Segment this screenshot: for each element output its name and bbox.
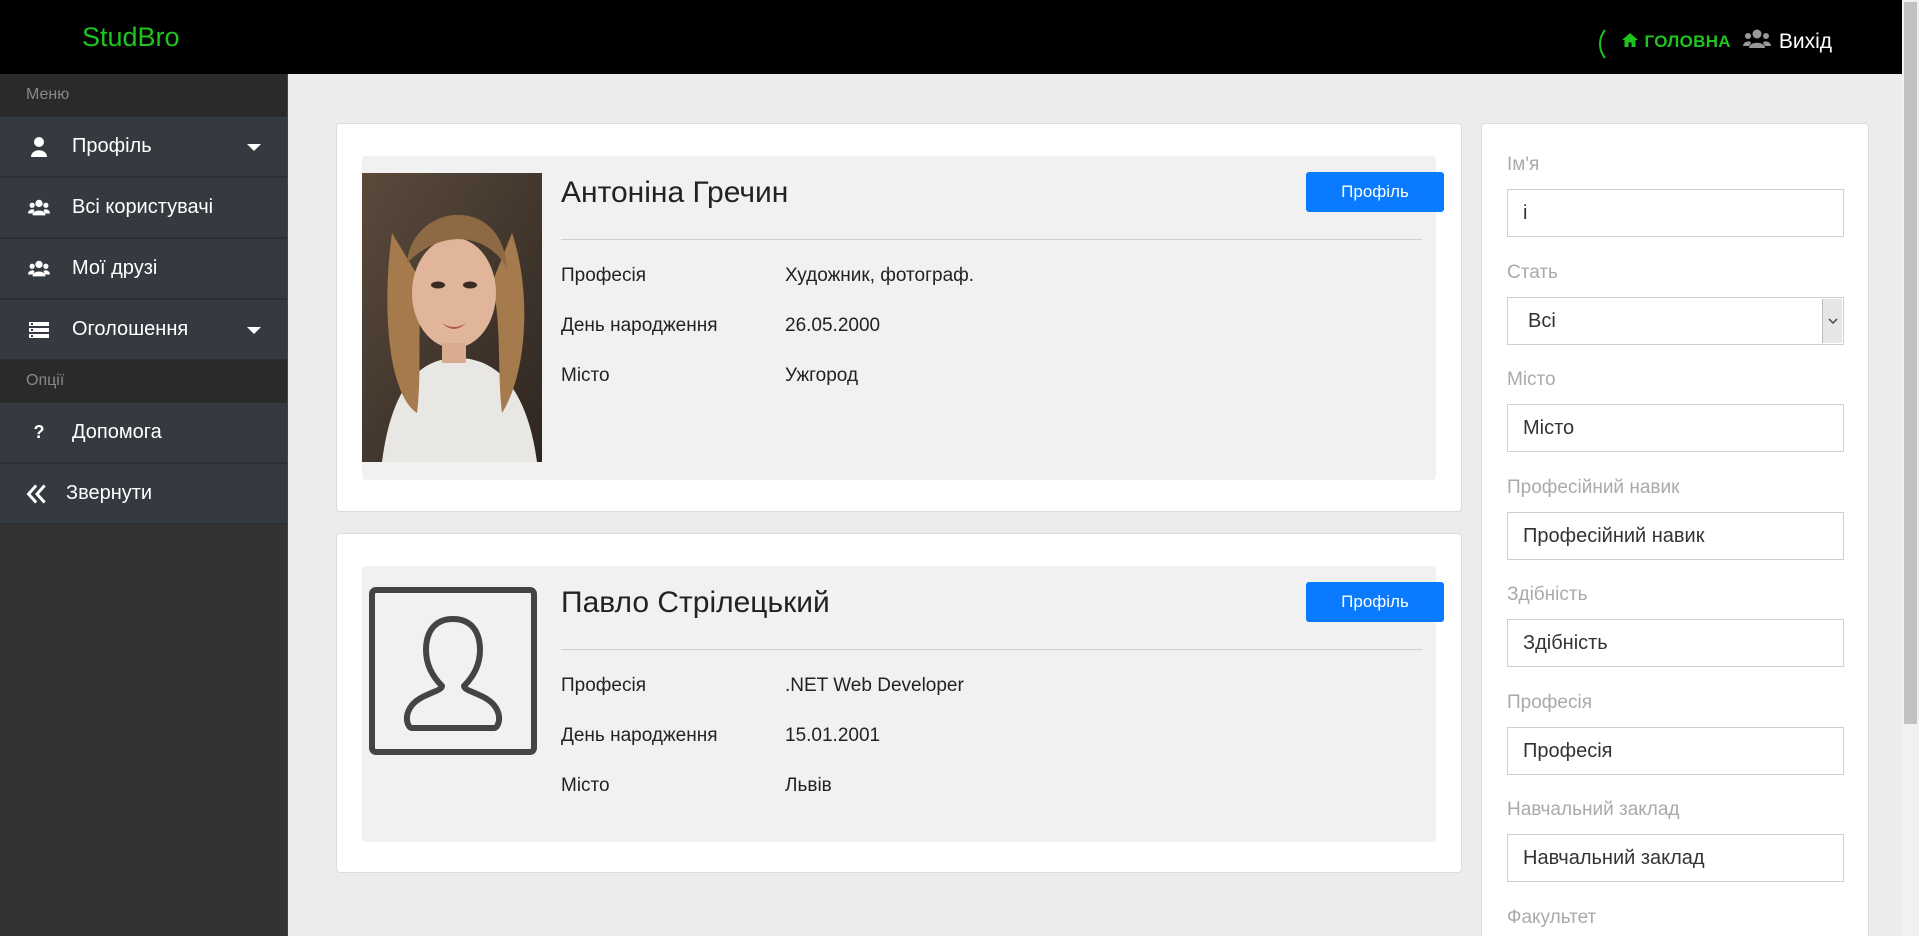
profession-filter-input[interactable]: Професія: [1507, 727, 1844, 775]
logout-link[interactable]: Вихід: [1742, 28, 1832, 56]
top-nav-links: ГОЛОВНА Вихід: [1598, 23, 1832, 64]
caret-down-icon: [247, 327, 261, 334]
sidebar-item-label: Профіль: [72, 135, 152, 157]
gender-select[interactable]: Всі: [1507, 297, 1844, 345]
ability-filter-input[interactable]: Здібність: [1507, 619, 1844, 667]
name-filter-input[interactable]: і: [1507, 189, 1844, 237]
ability-filter-label: Здібність: [1507, 584, 1588, 605]
sidebar-item-help[interactable]: ? Допомога: [0, 402, 287, 463]
gender-select-value: Всі: [1528, 309, 1556, 332]
user-icon: [24, 135, 54, 159]
detail-value: 26.05.2000: [785, 315, 881, 336]
logout-label: Вихід: [1778, 30, 1832, 53]
user-photo: [362, 173, 542, 462]
brand-logo[interactable]: StudBro: [82, 22, 180, 53]
detail-label: Місто: [561, 365, 610, 386]
divider: [561, 239, 1422, 240]
school-filter-label: Навчальний заклад: [1507, 799, 1680, 820]
name-filter-label: Ім'я: [1507, 154, 1540, 175]
detail-label: Професія: [561, 675, 646, 696]
detail-value: Львів: [785, 775, 832, 796]
sidebar-item-collapse[interactable]: Звернути: [0, 463, 287, 524]
sidebar-item-announcements[interactable]: Оголошення: [0, 299, 287, 360]
top-navbar: StudBro ГОЛОВНА Вихід: [0, 0, 1919, 74]
school-filter-input[interactable]: Навчальний заклад: [1507, 834, 1844, 882]
profile-button[interactable]: Профіль: [1306, 582, 1444, 622]
profile-button[interactable]: Профіль: [1306, 172, 1444, 212]
detail-label: День народження: [561, 725, 718, 746]
double-chevron-left-icon: [22, 482, 52, 506]
caret-down-icon: [247, 144, 261, 151]
detail-value: 15.01.2001: [785, 725, 881, 746]
chevron-down-icon[interactable]: [1822, 299, 1842, 343]
user-card-body: Антоніна Гречин Профіль Професія Художни…: [362, 156, 1444, 480]
detail-label: Місто: [561, 775, 610, 796]
home-link-label: ГОЛОВНА: [1644, 32, 1731, 51]
skill-filter-label: Професійний навик: [1507, 477, 1680, 498]
detail-label: Професія: [561, 265, 646, 286]
users-icon: [24, 196, 54, 220]
search-filter-panel: Ім'я і Стать Всі Місто Місто Професійний…: [1481, 123, 1869, 936]
profession-filter-label: Професія: [1507, 692, 1592, 713]
detail-value: Ужгород: [785, 365, 859, 386]
sidebar-item-profile[interactable]: Профіль: [0, 116, 287, 177]
divider: [561, 649, 1422, 650]
detail-value: Художник, фотограф.: [785, 265, 975, 286]
focus-ring: [1598, 23, 1633, 64]
user-card-body: Павло Стрілецький Профіль Професія .NET …: [362, 566, 1444, 842]
city-filter-label: Місто: [1507, 369, 1556, 390]
avatar-placeholder-icon: [368, 586, 538, 756]
city-filter-input[interactable]: Місто: [1507, 404, 1844, 452]
gender-filter-label: Стать: [1507, 262, 1558, 283]
detail-value: .NET Web Developer: [785, 675, 964, 696]
detail-label: День народження: [561, 315, 718, 336]
users-icon: [1742, 28, 1779, 56]
sidebar-section-options: Опції: [0, 360, 287, 402]
user-name: Антоніна Гречин: [561, 176, 789, 209]
sidebar-item-label: Звернути: [66, 482, 153, 504]
list-icon: [24, 318, 54, 342]
faculty-filter-label: Факультет: [1507, 907, 1597, 928]
sidebar-item-label: Всі користувачі: [72, 196, 214, 218]
sidebar-item-label: Мої друзі: [72, 257, 158, 279]
sidebar-section-menu: Меню: [0, 74, 287, 116]
sidebar-item-my-friends[interactable]: Мої друзі: [0, 238, 287, 299]
sidebar-item-all-users[interactable]: Всі користувачі: [0, 177, 287, 238]
sidebar-item-label: Допомога: [72, 421, 162, 443]
user-card: Павло Стрілецький Профіль Професія .NET …: [336, 533, 1462, 873]
question-icon: ?: [33, 422, 45, 442]
users-icon: [24, 257, 54, 281]
sidebar-item-label: Оголошення: [72, 318, 189, 340]
skill-filter-input[interactable]: Професійний навик: [1507, 512, 1844, 560]
scrollbar-thumb[interactable]: [1904, 2, 1917, 724]
user-card: Антоніна Гречин Профіль Професія Художни…: [336, 123, 1462, 512]
user-name: Павло Стрілецький: [561, 586, 830, 619]
home-link[interactable]: ГОЛОВНА: [1598, 23, 1731, 64]
sidebar: Меню Профіль Всі користувачі Мої друзі О…: [0, 74, 288, 936]
